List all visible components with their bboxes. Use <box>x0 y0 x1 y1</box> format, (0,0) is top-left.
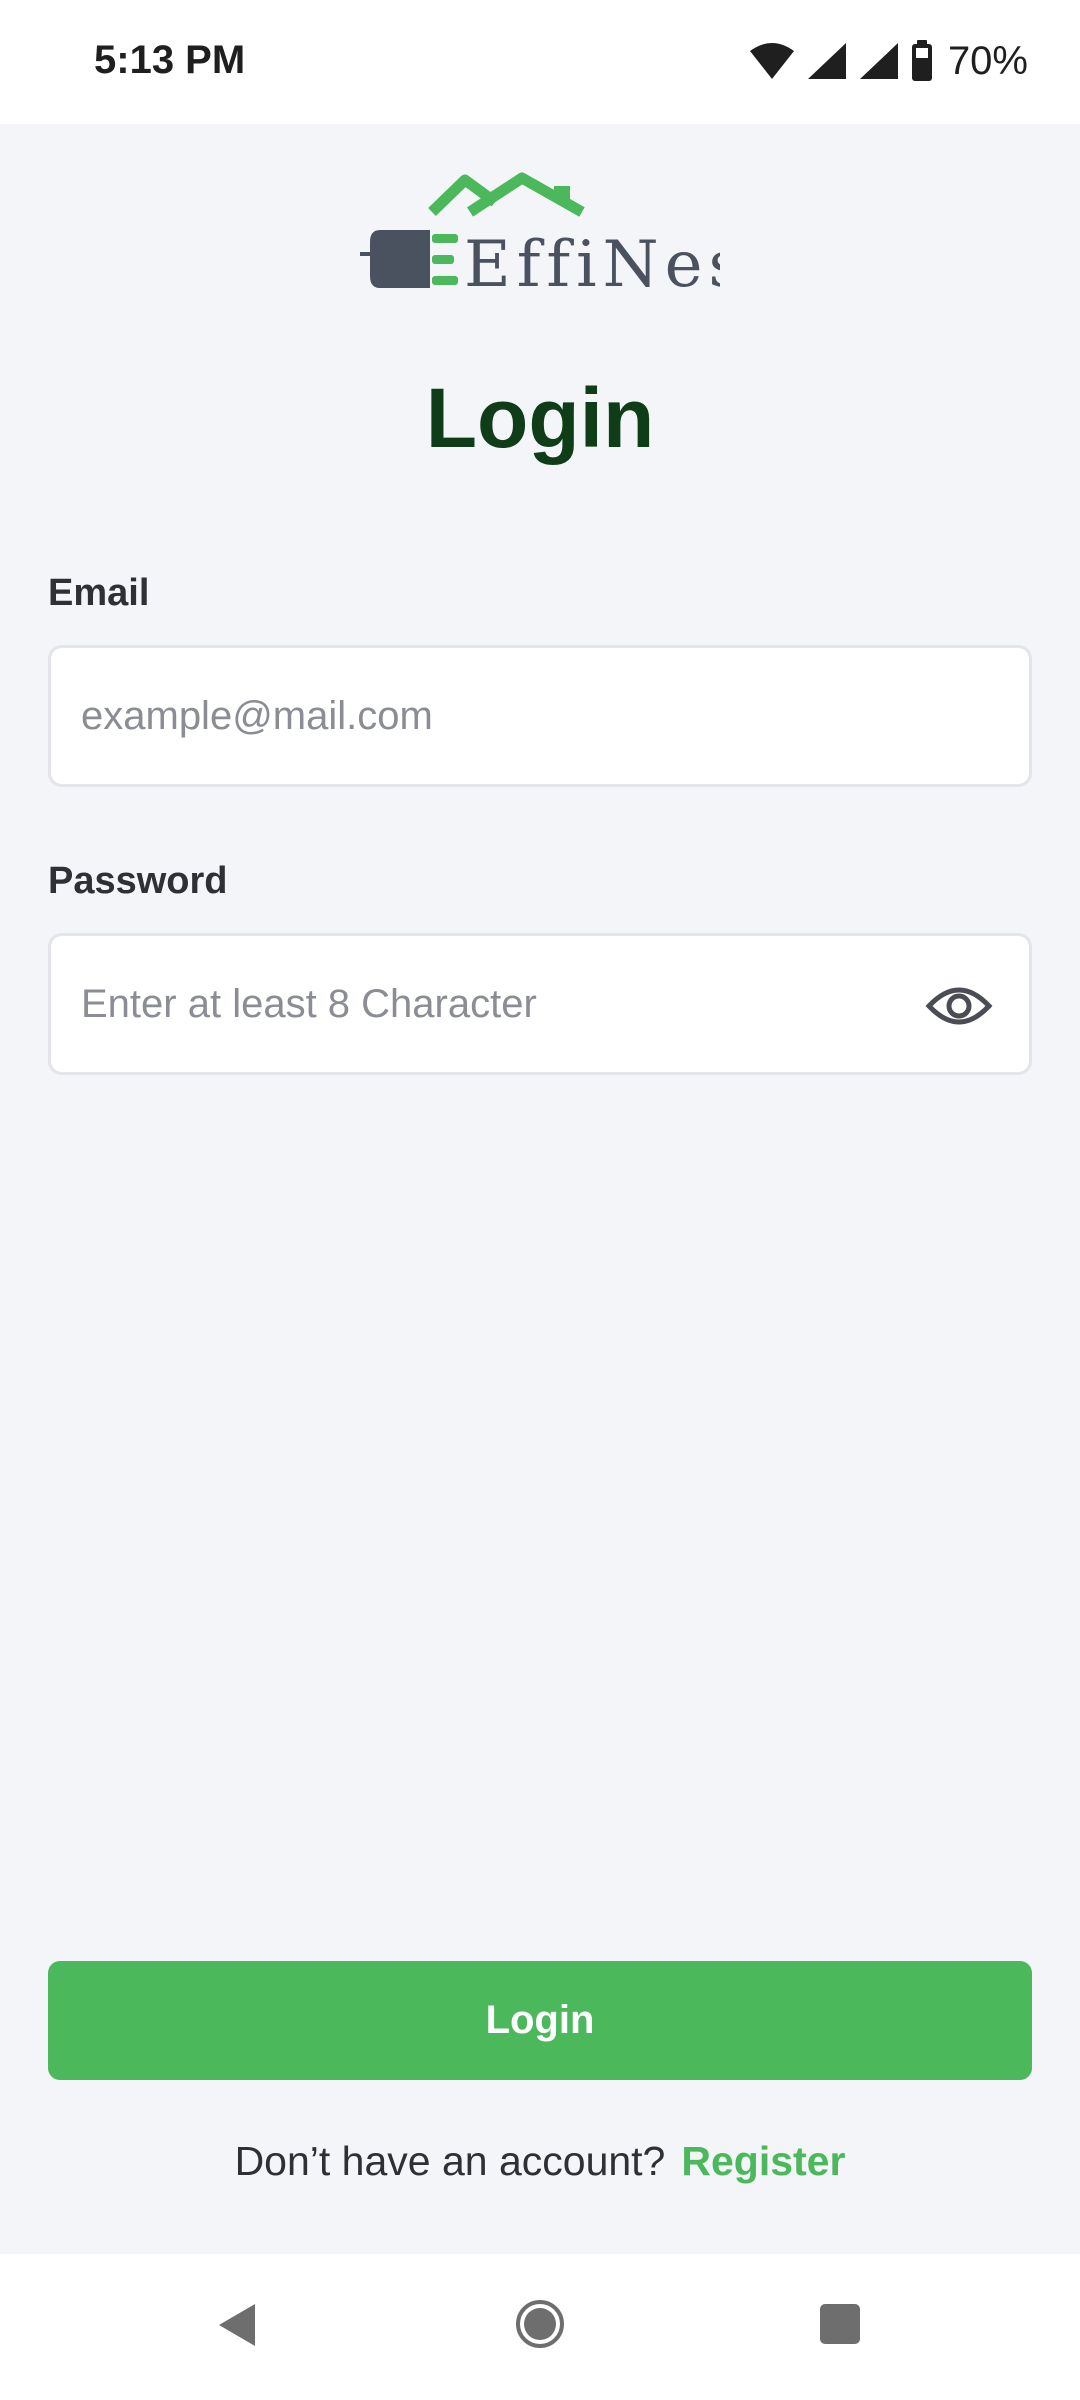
password-field-container <box>48 933 1032 1075</box>
status-time: 5:13 PM <box>94 38 246 82</box>
email-input[interactable] <box>81 648 941 784</box>
register-prompt: Don’t have an account? <box>234 2138 666 2184</box>
cell-signal-icon <box>859 43 898 79</box>
back-icon[interactable] <box>215 2302 259 2348</box>
page-title: Login <box>425 371 655 465</box>
logo-text: EffiNest <box>464 228 720 297</box>
password-label: Password <box>48 860 228 902</box>
wifi-icon <box>749 43 794 79</box>
login-button[interactable]: Login <box>48 1961 1032 2080</box>
email-label: Email <box>48 572 150 614</box>
battery-percentage: 70% <box>947 38 1028 83</box>
email-field-container <box>48 645 1032 787</box>
navigation-bar <box>0 2254 1080 2400</box>
register-row: Don’t have an account? Register <box>0 2138 1080 2185</box>
effinest-logo: EffiNest <box>360 172 773 302</box>
password-input[interactable] <box>81 936 941 1072</box>
status-icons: 70% <box>748 36 1028 86</box>
home-icon[interactable] <box>514 2298 566 2350</box>
recents-icon[interactable] <box>818 2302 862 2346</box>
status-bar: 5:13 PM 70% <box>0 0 1080 124</box>
battery-icon <box>911 40 932 81</box>
register-link[interactable]: Register <box>681 2138 845 2185</box>
cell-signal-icon <box>807 43 846 79</box>
eye-icon[interactable] <box>925 982 993 1030</box>
